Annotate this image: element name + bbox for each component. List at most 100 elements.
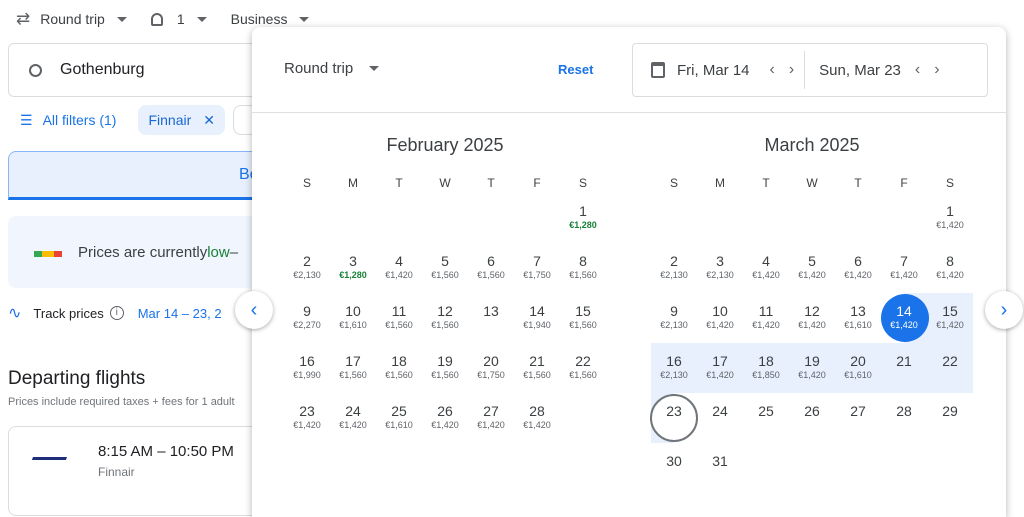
calendar-day[interactable]: 19 €1,420 <box>789 343 835 393</box>
calendar-day[interactable]: 18 €1,560 <box>376 343 422 393</box>
calendar-day[interactable]: 27 <box>835 393 881 443</box>
calendar-day[interactable]: 1 €1,280 <box>560 193 606 243</box>
day-number: 2 <box>303 253 311 269</box>
calendar-day[interactable]: 16 €1,990 <box>284 343 330 393</box>
calendar-day[interactable]: 16 €2,130 <box>651 343 697 393</box>
trip-type-select[interactable]: ⇄ Round trip <box>16 9 127 29</box>
day-price: €1,280 <box>339 270 367 280</box>
calendar-day[interactable]: 15 €1,560 <box>560 293 606 343</box>
calendar-day[interactable]: 23 €1,420 <box>284 393 330 443</box>
calendar-day[interactable]: 12 €1,560 <box>422 293 468 343</box>
date-picker-dialog: Round trip Reset Fri, Mar 14 ‹ › Sun, Ma… <box>252 27 1006 517</box>
calendar-day[interactable]: 27 €1,420 <box>468 393 514 443</box>
calendar-day[interactable]: 17 €1,420 <box>697 343 743 393</box>
calendar-day[interactable]: 10 €1,610 <box>330 293 376 343</box>
day-price: €1,420 <box>339 420 367 430</box>
track-dates[interactable]: Mar 14 – 23, 2 <box>138 306 222 321</box>
calendar-day[interactable]: 13 <box>468 293 514 343</box>
calendar-day[interactable]: 4 €1,420 <box>743 243 789 293</box>
calendar-day[interactable]: 20 €1,610 <box>835 343 881 393</box>
calendar-day[interactable]: 2 €2,130 <box>284 243 330 293</box>
all-filters-button[interactable]: ☰ All filters (1) <box>20 112 116 129</box>
calendar-day[interactable]: 6 €1,560 <box>468 243 514 293</box>
calendar-day[interactable]: 28 €1,420 <box>514 393 560 443</box>
day-number: 27 <box>850 403 866 419</box>
calendar-day[interactable]: 8 €1,560 <box>560 243 606 293</box>
trip-type-label: Round trip <box>40 11 105 27</box>
calendar-day[interactable]: 30 <box>651 443 697 493</box>
calendar-day[interactable]: 11 €1,420 <box>743 293 789 343</box>
calendar-day[interactable]: 28 <box>881 393 927 443</box>
calendar-day[interactable]: 2 €2,130 <box>651 243 697 293</box>
calendar-day[interactable]: 21 <box>881 343 927 393</box>
next-month-button[interactable]: › <box>985 291 1023 329</box>
weekday-header: S <box>578 176 587 190</box>
day-number: 8 <box>579 253 587 269</box>
flight-result[interactable]: 8:15 AM – 10:50 PM Finnair <box>8 426 268 516</box>
calendar-day[interactable]: 23 <box>650 393 698 443</box>
calendar-day[interactable]: 18 €1,850 <box>743 343 789 393</box>
day-number: 21 <box>529 353 545 369</box>
calendar-day[interactable]: 14 €1,940 <box>514 293 560 343</box>
track-prices-label[interactable]: Track prices <box>33 306 103 321</box>
calendar-day[interactable]: 7 €1,750 <box>514 243 560 293</box>
weekday-header: W <box>806 176 818 190</box>
price-insight-banner: Prices are currently low – <box>8 216 268 288</box>
reset-button[interactable]: Reset <box>558 62 593 77</box>
calendar-day[interactable]: 8 €1,420 <box>927 243 973 293</box>
calendar-day[interactable]: 22 <box>927 343 973 393</box>
calendar-day[interactable]: 17 €1,560 <box>330 343 376 393</box>
day-price: €1,560 <box>477 270 505 280</box>
calendar-day[interactable]: 29 <box>927 393 973 443</box>
calendar-day[interactable]: 14 €1,420 <box>881 293 929 343</box>
calendar-day[interactable]: 26 €1,420 <box>422 393 468 443</box>
calendar-day[interactable]: 6 €1,420 <box>835 243 881 293</box>
prev-return-chevron-icon[interactable]: ‹ <box>915 61 920 79</box>
prev-month-button[interactable]: ‹ <box>235 291 273 329</box>
day-price: €1,560 <box>385 320 413 330</box>
day-number: 14 <box>896 303 912 319</box>
calendar-day[interactable]: 4 €1,420 <box>376 243 422 293</box>
close-icon[interactable]: ✕ <box>203 112 215 129</box>
airline-filter-chip[interactable]: Finnair ✕ <box>138 105 225 135</box>
calendar-day[interactable]: 24 €1,420 <box>330 393 376 443</box>
prev-depart-chevron-icon[interactable]: ‹ <box>770 61 775 79</box>
picker-trip-type-select[interactable]: Round trip <box>284 60 380 77</box>
calendar-day[interactable]: 3 €2,130 <box>697 243 743 293</box>
calendar-day[interactable]: 5 €1,420 <box>789 243 835 293</box>
passengers-select[interactable]: 1 <box>150 11 207 27</box>
calendar-day[interactable]: 19 €1,560 <box>422 343 468 393</box>
next-depart-chevron-icon[interactable]: › <box>789 61 794 79</box>
calendar-day[interactable]: 21 €1,560 <box>514 343 560 393</box>
cabin-select[interactable]: Business <box>231 11 310 27</box>
origin-input[interactable]: Gothenburg <box>8 43 268 97</box>
day-price: €1,560 <box>569 320 597 330</box>
day-number: 3 <box>349 253 357 269</box>
calendar-day[interactable]: 15 €1,420 <box>927 293 973 343</box>
calendar-day[interactable]: 26 <box>789 393 835 443</box>
calendar-day[interactable]: 13 €1,610 <box>835 293 881 343</box>
calendar-day[interactable]: 7 €1,420 <box>881 243 927 293</box>
calendar-day[interactable]: 24 <box>697 393 743 443</box>
calendar-day[interactable]: 1 €1,420 <box>927 193 973 243</box>
return-date-field[interactable]: Sun, Mar 23 <box>819 62 901 79</box>
calendar-day[interactable]: 10 €1,420 <box>697 293 743 343</box>
calendar-day[interactable]: 12 €1,420 <box>789 293 835 343</box>
calendar-day[interactable]: 25 <box>743 393 789 443</box>
tab-best[interactable]: Be <box>8 151 268 200</box>
next-return-chevron-icon[interactable]: › <box>934 61 939 79</box>
calendar-day[interactable]: 11 €1,560 <box>376 293 422 343</box>
calendar-day[interactable]: 25 €1,610 <box>376 393 422 443</box>
calendar-day[interactable]: 31 <box>697 443 743 493</box>
calendar-day[interactable]: 9 €2,270 <box>284 293 330 343</box>
info-icon[interactable]: i <box>109 306 124 320</box>
calendar-day[interactable]: 9 €2,130 <box>651 293 697 343</box>
calendar-day[interactable]: 5 €1,560 <box>422 243 468 293</box>
day-price: €1,750 <box>523 270 551 280</box>
day-price: €1,420 <box>477 420 505 430</box>
day-number: 12 <box>437 303 453 319</box>
depart-date-field[interactable]: Fri, Mar 14 <box>677 62 750 79</box>
calendar-day[interactable]: 20 €1,750 <box>468 343 514 393</box>
calendar-day[interactable]: 22 €1,560 <box>560 343 606 393</box>
calendar-day[interactable]: 3 €1,280 <box>330 243 376 293</box>
